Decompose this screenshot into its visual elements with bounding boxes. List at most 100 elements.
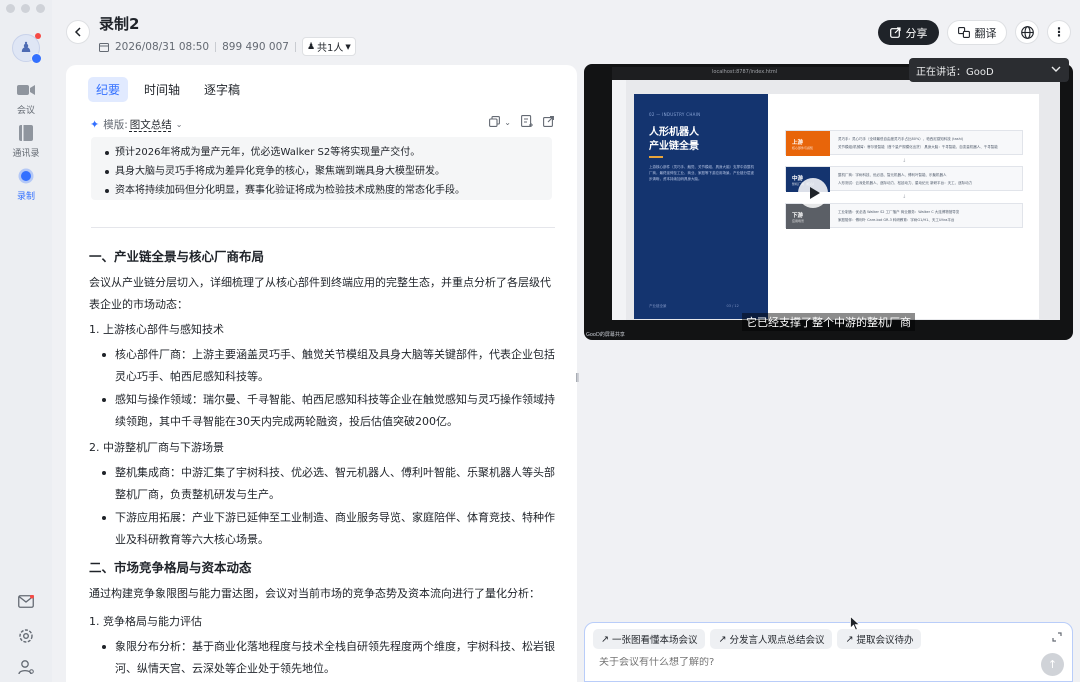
panel-tabs: 纪要 时间轴 逐字稿 (88, 77, 248, 102)
ai-chat-box: ↗一张图看懂本场会议 ↗分发言人观点总结会议 ↗提取会议待办 ↑ (584, 622, 1073, 682)
shared-browser-sidebar (612, 80, 626, 320)
nav-item-contacts[interactable]: 通讯录 (0, 123, 52, 159)
suggestion-chip-overview[interactable]: ↗ 一张图看懂本场会议 (593, 629, 706, 649)
template-row: ✦ 模版: 图文总结 ⌄ ⌄ (90, 115, 554, 133)
tier-line: 工业制造：优必选 Walker S2 工厂落户 商业服务：Walker C 大连… (838, 210, 960, 214)
subsection-heading: 2. 中游整机厂商与下游场景 (89, 441, 224, 454)
arrow-up-right-icon: ↗ (718, 633, 727, 645)
copy-icon (489, 115, 501, 127)
expand-button[interactable] (1052, 632, 1062, 645)
tier-upstream: 上游 核心部件与感知 灵巧手：灵心巧手（全球最低自由度灵巧手占比80%）、帕西尼感… (785, 130, 1023, 156)
slide-description: 上游核心部件（灵巧手、触觉、关节模组、具身大脑）支撑中游整机厂商，最终延伸至工业… (649, 165, 754, 181)
slide-footer-text: 产业链全景 (649, 304, 667, 308)
chevron-down-icon (1051, 66, 1061, 72)
tier-line: 关节模组/机械臂：睿尔曼智能（首个量产规模化出货） 具身大脑：千寻智能、自变量机… (838, 145, 998, 149)
video-player[interactable]: localhost:8787/index.html 02 — INDUSTRY … (584, 64, 1073, 340)
expand-icon (1052, 632, 1062, 642)
tier-line: 整机厂商：宇树科技、优必选、智元机器人、傅利叶智能、乐聚机器人 (838, 173, 947, 177)
arrow-down-icon: ↓ (902, 158, 907, 164)
send-button[interactable]: ↑ (1041, 653, 1064, 676)
person-icon: ♟ (306, 41, 316, 52)
tier-name: 下游 (792, 212, 804, 219)
meeting-id: 899 490 007 (222, 40, 289, 53)
section-heading: 二、市场竞争格局与资本动态 (89, 560, 252, 575)
tab-timeline[interactable]: 时间轴 (136, 77, 188, 102)
translate-label: 翻译 (974, 26, 997, 40)
translate-icon (957, 27, 970, 38)
nav-item-meeting[interactable]: 会议 (0, 80, 52, 116)
external-link-icon (543, 115, 554, 127)
panel-resize-handle[interactable]: ‖ (575, 373, 580, 383)
maximize-window-button[interactable] (36, 4, 45, 13)
share-button[interactable]: 分享 (878, 20, 939, 45)
nav-label: 录制 (16, 192, 35, 202)
template-selector[interactable]: 图文总结 (130, 117, 172, 132)
tier-name: 上游 (792, 139, 804, 146)
account-settings-button[interactable] (0, 659, 52, 675)
chip-label: 提取会议待办 (856, 635, 914, 646)
live-subtitle: 它已经支撑了整个中游的整机厂商 (742, 313, 915, 331)
open-external-button[interactable] (543, 115, 554, 130)
contacts-book-icon (16, 123, 36, 143)
add-to-doc-button[interactable] (521, 115, 533, 130)
left-rail: ♟ 会议 通讯录 录制 (0, 0, 52, 682)
meeting-meta: 2026/08/31 08:50 899 490 007 ♟ 共1人 ▼ (99, 37, 356, 56)
slide-title-line: 人形机器人 (649, 127, 699, 138)
suggestion-chips: ↗ 一张图看懂本场会议 ↗ 分发言人观点总结会议 ↗ 提取会议待办 (593, 629, 922, 649)
section-heading: 一、产业链全景与核心厂商布局 (89, 249, 265, 264)
close-window-button[interactable] (6, 4, 15, 13)
participants-dropdown[interactable]: ♟ 共1人 ▼ (301, 37, 356, 56)
chevron-left-icon (74, 27, 81, 37)
chat-input[interactable] (599, 657, 1019, 668)
mail-button[interactable] (0, 595, 52, 608)
slide-page-number: 03 / 12 (726, 304, 739, 308)
slide-title: 人形机器人 产业链全景 (649, 126, 699, 154)
avatar[interactable]: ♟ (12, 33, 42, 64)
minimize-window-button[interactable] (21, 4, 30, 13)
chip-label: 一张图看懂本场会议 (611, 635, 698, 646)
page-header: 录制2 2026/08/31 08:50 899 490 007 ♟ 共1人 ▼… (52, 0, 1080, 64)
tier-line: 家庭陪伴：傅利叶 Care-bot GR-3 科研教育：宇树G1/H1、天工Ul… (838, 218, 955, 222)
add-doc-icon (521, 115, 533, 127)
settings-button[interactable] (0, 628, 52, 644)
minutes-panel: 纪要 时间轴 逐字稿 ✦ 模版: 图文总结 ⌄ ⌄ 预计2026年将成为量产元年… (66, 65, 577, 682)
slide-footer: 产业链全景 03 / 12 (649, 304, 739, 309)
tier-downstream: 下游 应用场景 工业制造：优必选 Walker S2 工厂落户 商业服务：Walk… (785, 203, 1023, 229)
translate-button[interactable]: 翻译 (947, 20, 1007, 45)
section-intro: 会议从产业链分层切入，详细梳理了从核心部件到终端应用的完整生态，并重点分析了各层… (89, 276, 551, 311)
accent-bar (649, 156, 663, 158)
suggestion-chip-todos[interactable]: ↗ 提取会议待办 (837, 629, 922, 649)
chip-label: 分发言人观点总结会议 (729, 635, 825, 646)
more-vertical-icon: ⋮ (1053, 25, 1065, 39)
divider (294, 41, 296, 52)
more-options-button[interactable]: ⋮ (1047, 20, 1071, 44)
subsection-heading: 1. 竞争格局与能力评估 (89, 615, 202, 628)
calendar-icon (99, 42, 109, 52)
slide-title-line: 产业链全景 (649, 141, 699, 152)
copy-button[interactable] (489, 115, 501, 130)
back-button[interactable] (66, 20, 90, 44)
user-avatar-icon: ♟ (19, 40, 33, 56)
nav-label: 通讯录 (12, 149, 40, 159)
chevron-down-icon[interactable]: ⌄ (504, 118, 511, 127)
tab-minutes[interactable]: 纪要 (88, 77, 129, 102)
record-dot-icon (16, 166, 36, 186)
active-speaker-dropdown[interactable]: 正在讲话：GooD (909, 58, 1069, 82)
language-button[interactable] (1015, 20, 1039, 44)
play-button[interactable] (798, 178, 828, 208)
arrow-up-right-icon: ↗ (601, 633, 609, 645)
globe-icon (1020, 25, 1034, 39)
tab-transcript[interactable]: 逐字稿 (196, 77, 248, 102)
suggestion-chip-speakers[interactable]: ↗ 分发言人观点总结会议 (710, 629, 833, 649)
tier-line: 灵巧手：灵心巧手（全球最低自由度灵巧手占比80%）、帕西尼感知科技 (tashi… (838, 137, 964, 141)
shared-url: localhost:8787/index.html (712, 69, 778, 75)
participants-count: 共1人 (317, 43, 344, 54)
status-badge (31, 53, 42, 64)
gear-icon (19, 629, 33, 643)
nav-label: 会议 (16, 106, 35, 116)
arrow-up-right-icon: ↗ (845, 633, 854, 645)
user-settings-icon (18, 660, 34, 675)
chevron-down-icon[interactable]: ⌄ (176, 120, 183, 129)
tier-line: 人形测试：云深处机器人、逐际动力、松延动力、星动纪元 新研平台：天工、逐际动力 (838, 181, 973, 185)
nav-item-recording[interactable]: 录制 (0, 166, 52, 202)
